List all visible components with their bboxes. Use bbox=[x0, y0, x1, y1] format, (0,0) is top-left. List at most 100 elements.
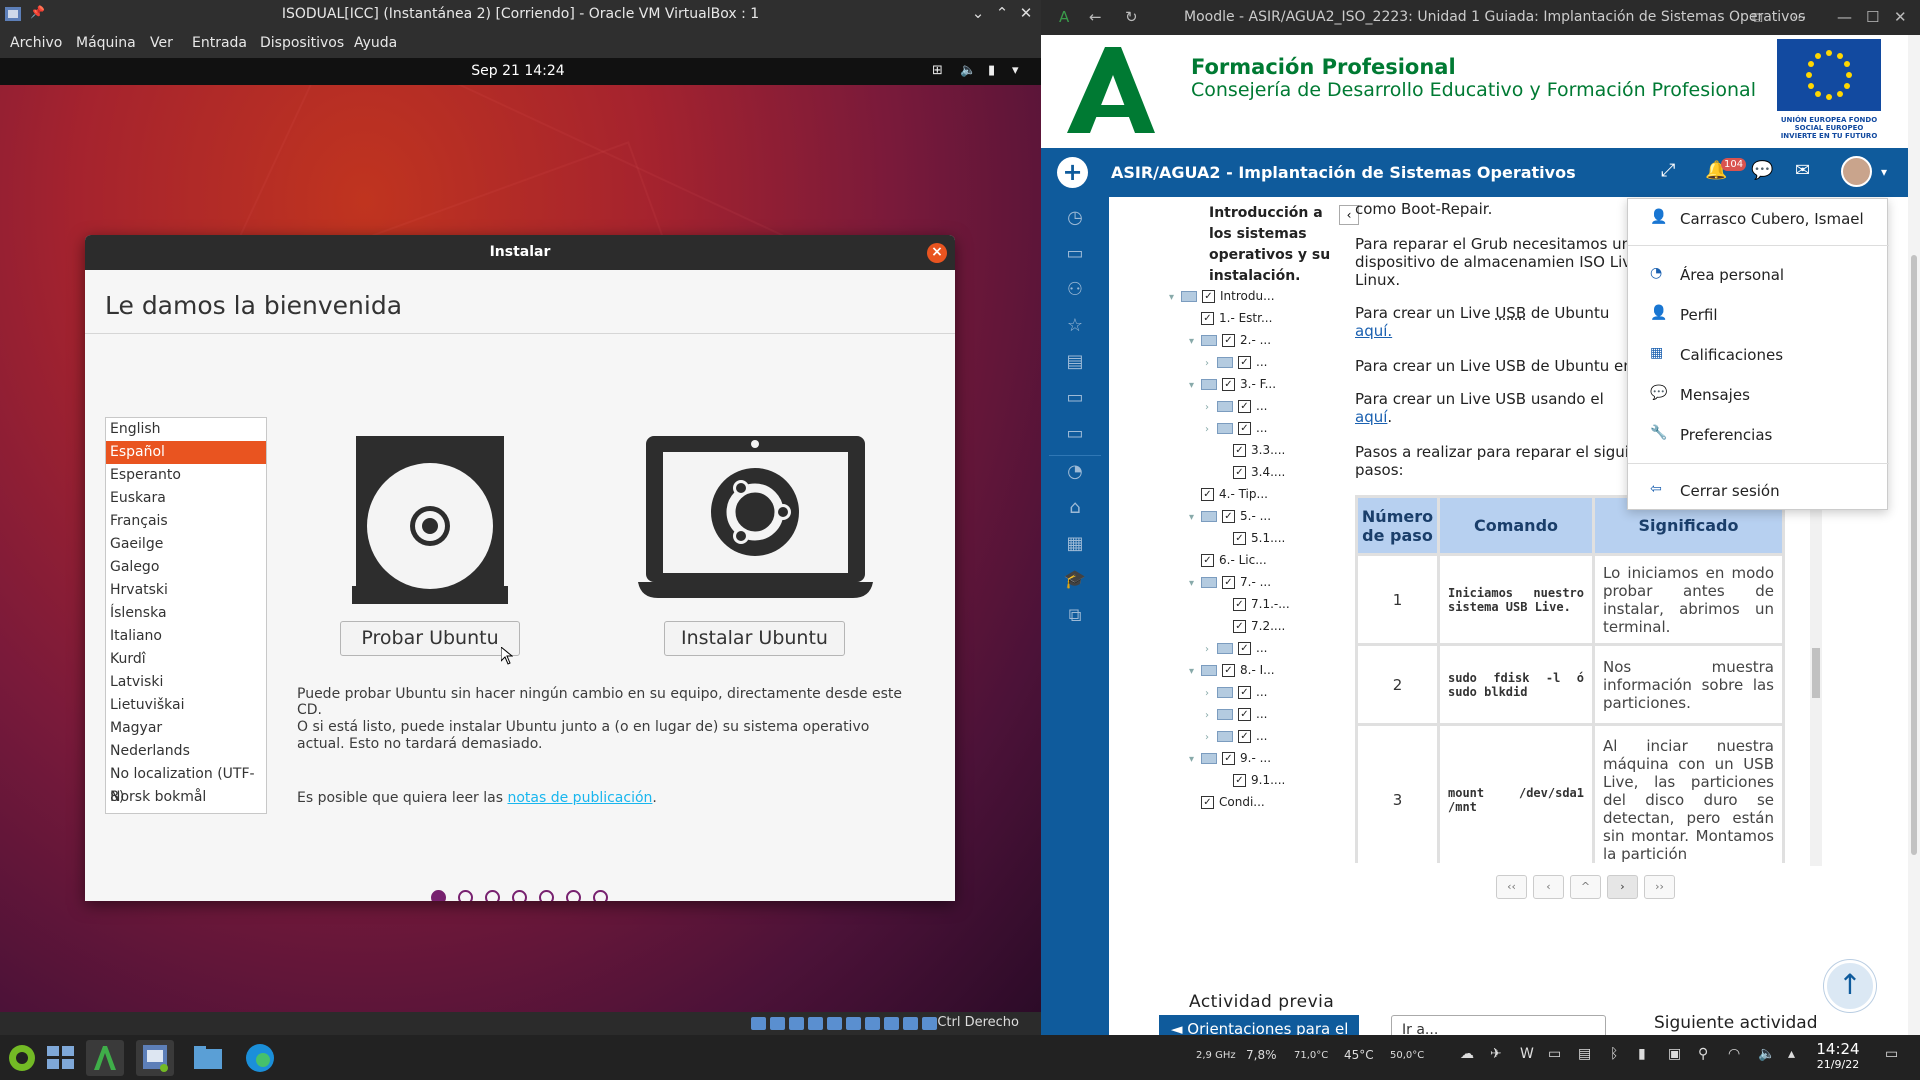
language-item[interactable]: Gaeilge bbox=[106, 533, 266, 556]
user-menu-chevron-icon[interactable]: ▾ bbox=[1881, 165, 1887, 179]
language-item[interactable]: Français bbox=[106, 510, 266, 533]
last-page-button[interactable]: ›› bbox=[1644, 875, 1675, 899]
checkbox-icon[interactable]: ✓ bbox=[1233, 774, 1246, 787]
gnome-clock[interactable]: Sep 21 14:24 bbox=[0, 63, 1041, 79]
toc-item[interactable]: ✓ 3.4.... bbox=[1221, 465, 1285, 485]
virtualbox-taskbar-icon[interactable] bbox=[136, 1040, 174, 1076]
bluetooth-icon[interactable]: ᛒ bbox=[1610, 1046, 1618, 1062]
language-item[interactable]: No localization (UTF-8) bbox=[106, 763, 266, 805]
toc-item[interactable]: ✓ 3.3.... bbox=[1221, 443, 1285, 463]
minimize-icon[interactable]: — bbox=[1837, 8, 1852, 26]
checkbox-icon[interactable]: ✓ bbox=[1201, 312, 1214, 325]
previous-activity-button[interactable]: ◄ Orientaciones para el bbox=[1159, 1015, 1359, 1035]
page-scrollbar[interactable] bbox=[1908, 35, 1920, 1035]
toc-item[interactable]: ▾ ✓ Introdu... bbox=[1169, 289, 1275, 309]
toc-item[interactable]: ✓ 7.2.... bbox=[1221, 619, 1285, 639]
menu-item-profile[interactable]: 👤 Perfil bbox=[1628, 305, 1889, 329]
menu-item-grades[interactable]: ▦ Calificaciones bbox=[1628, 345, 1889, 369]
language-item[interactable]: Íslenska bbox=[106, 602, 266, 625]
screen-icon[interactable]: ▣ bbox=[1668, 1046, 1681, 1062]
language-item[interactable]: Magyar bbox=[106, 717, 266, 740]
checkbox-icon[interactable]: ✓ bbox=[1238, 642, 1251, 655]
checkbox-icon[interactable]: ✓ bbox=[1238, 730, 1251, 743]
file-manager-icon[interactable] bbox=[189, 1040, 227, 1076]
menu-item-dashboard[interactable]: ◔ Área personal bbox=[1628, 265, 1889, 289]
toc-item[interactable]: ▾ ✓ 3.- F... bbox=[1189, 377, 1276, 397]
toc-item[interactable]: › ✓... bbox=[1205, 355, 1267, 375]
toc-item[interactable]: ▾ ✓ 5.- ... bbox=[1189, 509, 1271, 529]
expand-arrow-icon[interactable]: › bbox=[1205, 688, 1217, 699]
language-item[interactable]: Galego bbox=[106, 556, 266, 579]
menu-item-preferences[interactable]: 🔧 Preferencias bbox=[1628, 425, 1889, 449]
fullscreen-icon[interactable]: ⤢ bbox=[1661, 160, 1675, 181]
menu-maquina[interactable]: Máquina bbox=[76, 35, 136, 51]
folder-icon[interactable]: ▭ bbox=[1059, 387, 1091, 411]
add-button[interactable]: + bbox=[1057, 157, 1088, 188]
checkbox-icon[interactable]: ✓ bbox=[1222, 752, 1235, 765]
checkbox-icon[interactable]: ✓ bbox=[1201, 488, 1214, 501]
volume-icon[interactable]: 🔈 bbox=[960, 63, 976, 78]
terminal-icon[interactable]: ▭ bbox=[1548, 1046, 1561, 1062]
checkbox-icon[interactable]: ✓ bbox=[1238, 686, 1251, 699]
course-title[interactable]: ASIR/AGUA2 - Implantación de Sistemas Op… bbox=[1111, 163, 1576, 182]
toc-item[interactable]: ▾ ✓ 7.- ... bbox=[1189, 575, 1271, 595]
scroll-to-top-button[interactable]: ↑ bbox=[1824, 960, 1876, 1012]
files-icon[interactable]: ⧉ bbox=[1059, 605, 1091, 629]
checkbox-icon[interactable]: ✓ bbox=[1233, 444, 1246, 457]
language-item[interactable]: Italiano bbox=[106, 625, 266, 648]
star-icon[interactable]: ☆ bbox=[1059, 315, 1091, 339]
system-menu-chevron-icon[interactable]: ▾ bbox=[1012, 63, 1019, 78]
toc-item[interactable]: ✓ Condi... bbox=[1189, 795, 1265, 815]
browser-title-bar[interactable]: A ← ↻ Moodle - ASIR/AGUA2_ISO_2223: Unid… bbox=[1041, 0, 1920, 35]
expand-arrow-icon[interactable]: › bbox=[1205, 732, 1217, 743]
menu-dispositivos[interactable]: Dispositivos bbox=[260, 35, 344, 51]
checkbox-icon[interactable]: ✓ bbox=[1222, 510, 1235, 523]
vbox-device-icons[interactable] bbox=[751, 1017, 937, 1030]
toc-item[interactable]: ▾ ✓ 8.- I... bbox=[1189, 663, 1275, 683]
toc-item[interactable]: ✓ 7.1.-... bbox=[1221, 597, 1290, 617]
toc-item[interactable]: ✓ 9.1.... bbox=[1221, 773, 1285, 793]
show-desktop-icon[interactable]: ▭ bbox=[1885, 1046, 1898, 1062]
toc-item[interactable]: › ✓... bbox=[1205, 729, 1267, 749]
checkbox-icon[interactable]: ✓ bbox=[1222, 378, 1235, 391]
toc-item[interactable]: ✓ 1.- Estr... bbox=[1189, 311, 1272, 331]
language-item[interactable]: Euskara bbox=[106, 487, 266, 510]
cloud-sync-icon[interactable]: ☁ bbox=[1460, 1046, 1474, 1062]
expand-arrow-icon[interactable]: ▾ bbox=[1169, 292, 1181, 303]
telegram-icon[interactable]: ✈ bbox=[1490, 1046, 1502, 1062]
menu-ayuda[interactable]: Ayuda bbox=[354, 35, 397, 51]
network-icon[interactable]: ⊞ bbox=[932, 63, 943, 78]
checkbox-icon[interactable]: ✓ bbox=[1222, 334, 1235, 347]
opensuse-menu-icon[interactable] bbox=[3, 1040, 41, 1076]
vbox-title-bar[interactable]: 📌 ISODUAL[ICC] (Instantánea 2) [Corriend… bbox=[0, 0, 1041, 28]
mail-icon[interactable]: ✉ bbox=[1795, 160, 1810, 181]
checkbox-icon[interactable]: ✓ bbox=[1233, 620, 1246, 633]
language-item[interactable]: Norsk bokmål bbox=[106, 786, 266, 809]
expand-arrow-icon[interactable]: ▾ bbox=[1189, 380, 1201, 391]
volume-icon[interactable]: 🔈 bbox=[1758, 1046, 1775, 1062]
checkbox-icon[interactable]: ✓ bbox=[1202, 290, 1215, 303]
language-item[interactable]: Hrvatski bbox=[106, 579, 266, 602]
battery-icon[interactable]: ▮ bbox=[988, 63, 995, 78]
toc-item[interactable]: › ✓... bbox=[1205, 641, 1267, 661]
checkbox-icon[interactable]: ✓ bbox=[1222, 664, 1235, 677]
maximize-icon[interactable]: ☐ bbox=[1866, 8, 1879, 26]
language-item[interactable]: Esperanto bbox=[106, 464, 266, 487]
language-list[interactable]: English Español Esperanto Euskara Français Ga… bbox=[105, 417, 267, 814]
language-item[interactable]: English bbox=[106, 418, 266, 441]
checkbox-icon[interactable]: ✓ bbox=[1238, 356, 1251, 369]
toc-item[interactable]: ▾ ✓ 2.- ... bbox=[1189, 333, 1271, 353]
toc-item[interactable]: ✓ 5.1.... bbox=[1221, 531, 1285, 551]
wifi-icon[interactable]: ◠ bbox=[1728, 1046, 1740, 1062]
language-item[interactable]: Español bbox=[106, 441, 266, 464]
content-scrollbar[interactable] bbox=[1810, 498, 1822, 866]
toc-item[interactable]: ✓ 6.- Lic... bbox=[1189, 553, 1267, 573]
desktop-icon[interactable] bbox=[42, 1040, 80, 1076]
expand-arrow-icon[interactable]: › bbox=[1205, 710, 1217, 721]
more-icon[interactable]: ⋯ bbox=[1792, 8, 1807, 26]
toc-item[interactable]: › ✓... bbox=[1205, 707, 1267, 727]
calendar-icon[interactable]: ▦ bbox=[1059, 533, 1091, 557]
checkbox-icon[interactable]: ✓ bbox=[1233, 532, 1246, 545]
expand-arrow-icon[interactable]: ▾ bbox=[1189, 578, 1201, 589]
toc-item[interactable]: ▾ ✓ 9.- ... bbox=[1189, 751, 1271, 771]
